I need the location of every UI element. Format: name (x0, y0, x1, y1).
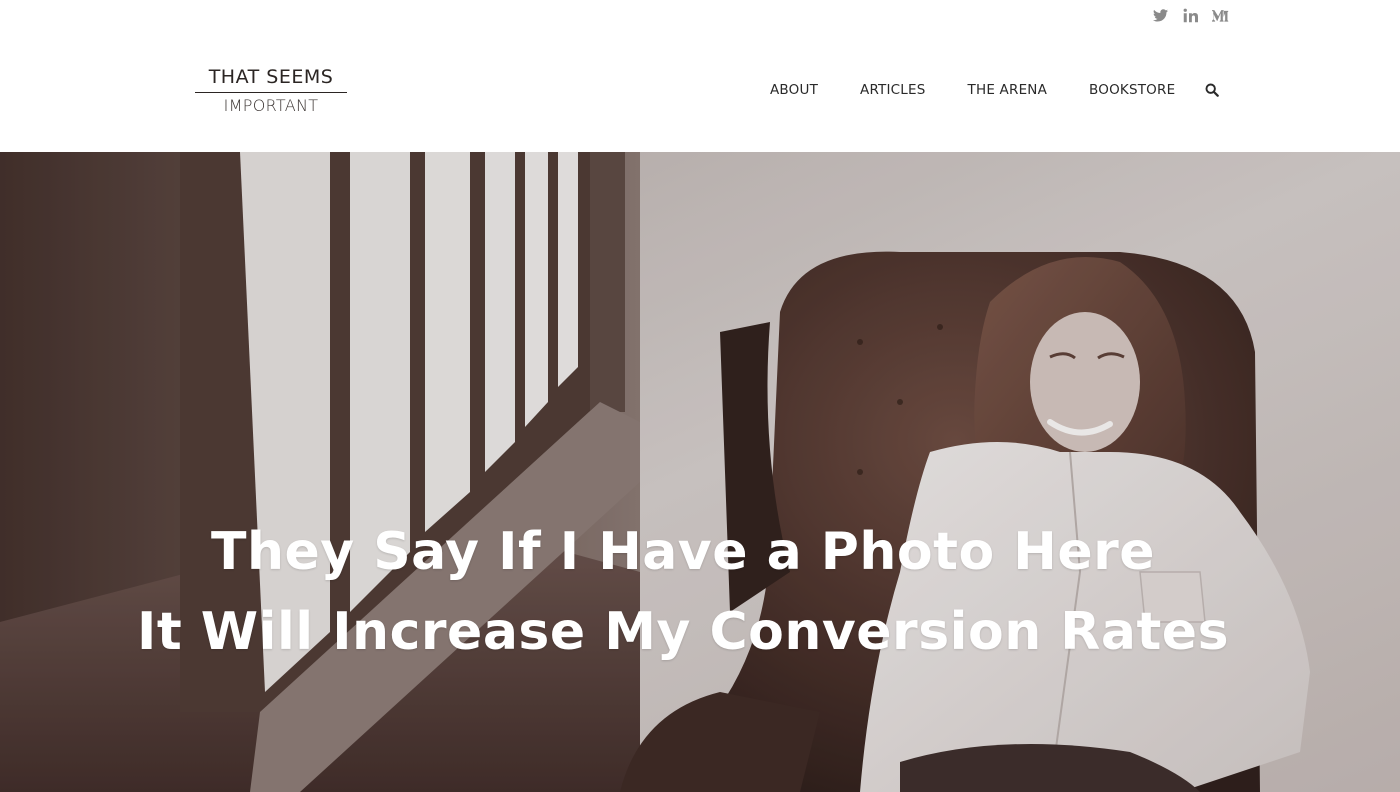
nav-item-about[interactable]: ABOUT (770, 80, 818, 100)
site-logo[interactable]: THAT SEEMS IMPORTANT (195, 64, 347, 116)
hero-banner: They Say If I Have a Photo Here It Will … (0, 152, 1400, 792)
logo-line-2: IMPORTANT (223, 96, 319, 115)
medium-icon[interactable] (1210, 5, 1230, 25)
logo-divider (195, 92, 347, 93)
logo-line-1: THAT SEEMS (208, 66, 334, 88)
hero-photo (0, 152, 1400, 792)
twitter-icon[interactable] (1150, 5, 1170, 25)
main-nav: ABOUT ARTICLES THE ARENA BOOKSTORE (770, 80, 1220, 100)
search-icon[interactable] (1204, 82, 1220, 98)
nav-item-articles[interactable]: ARTICLES (860, 80, 926, 100)
site-header: THAT SEEMS IMPORTANT ABOUT ARTICLES THE … (0, 0, 1400, 152)
nav-item-bookstore[interactable]: BOOKSTORE (1089, 80, 1175, 100)
linkedin-icon[interactable] (1180, 5, 1200, 25)
social-links (1150, 5, 1230, 25)
nav-item-the-arena[interactable]: THE ARENA (968, 80, 1048, 100)
